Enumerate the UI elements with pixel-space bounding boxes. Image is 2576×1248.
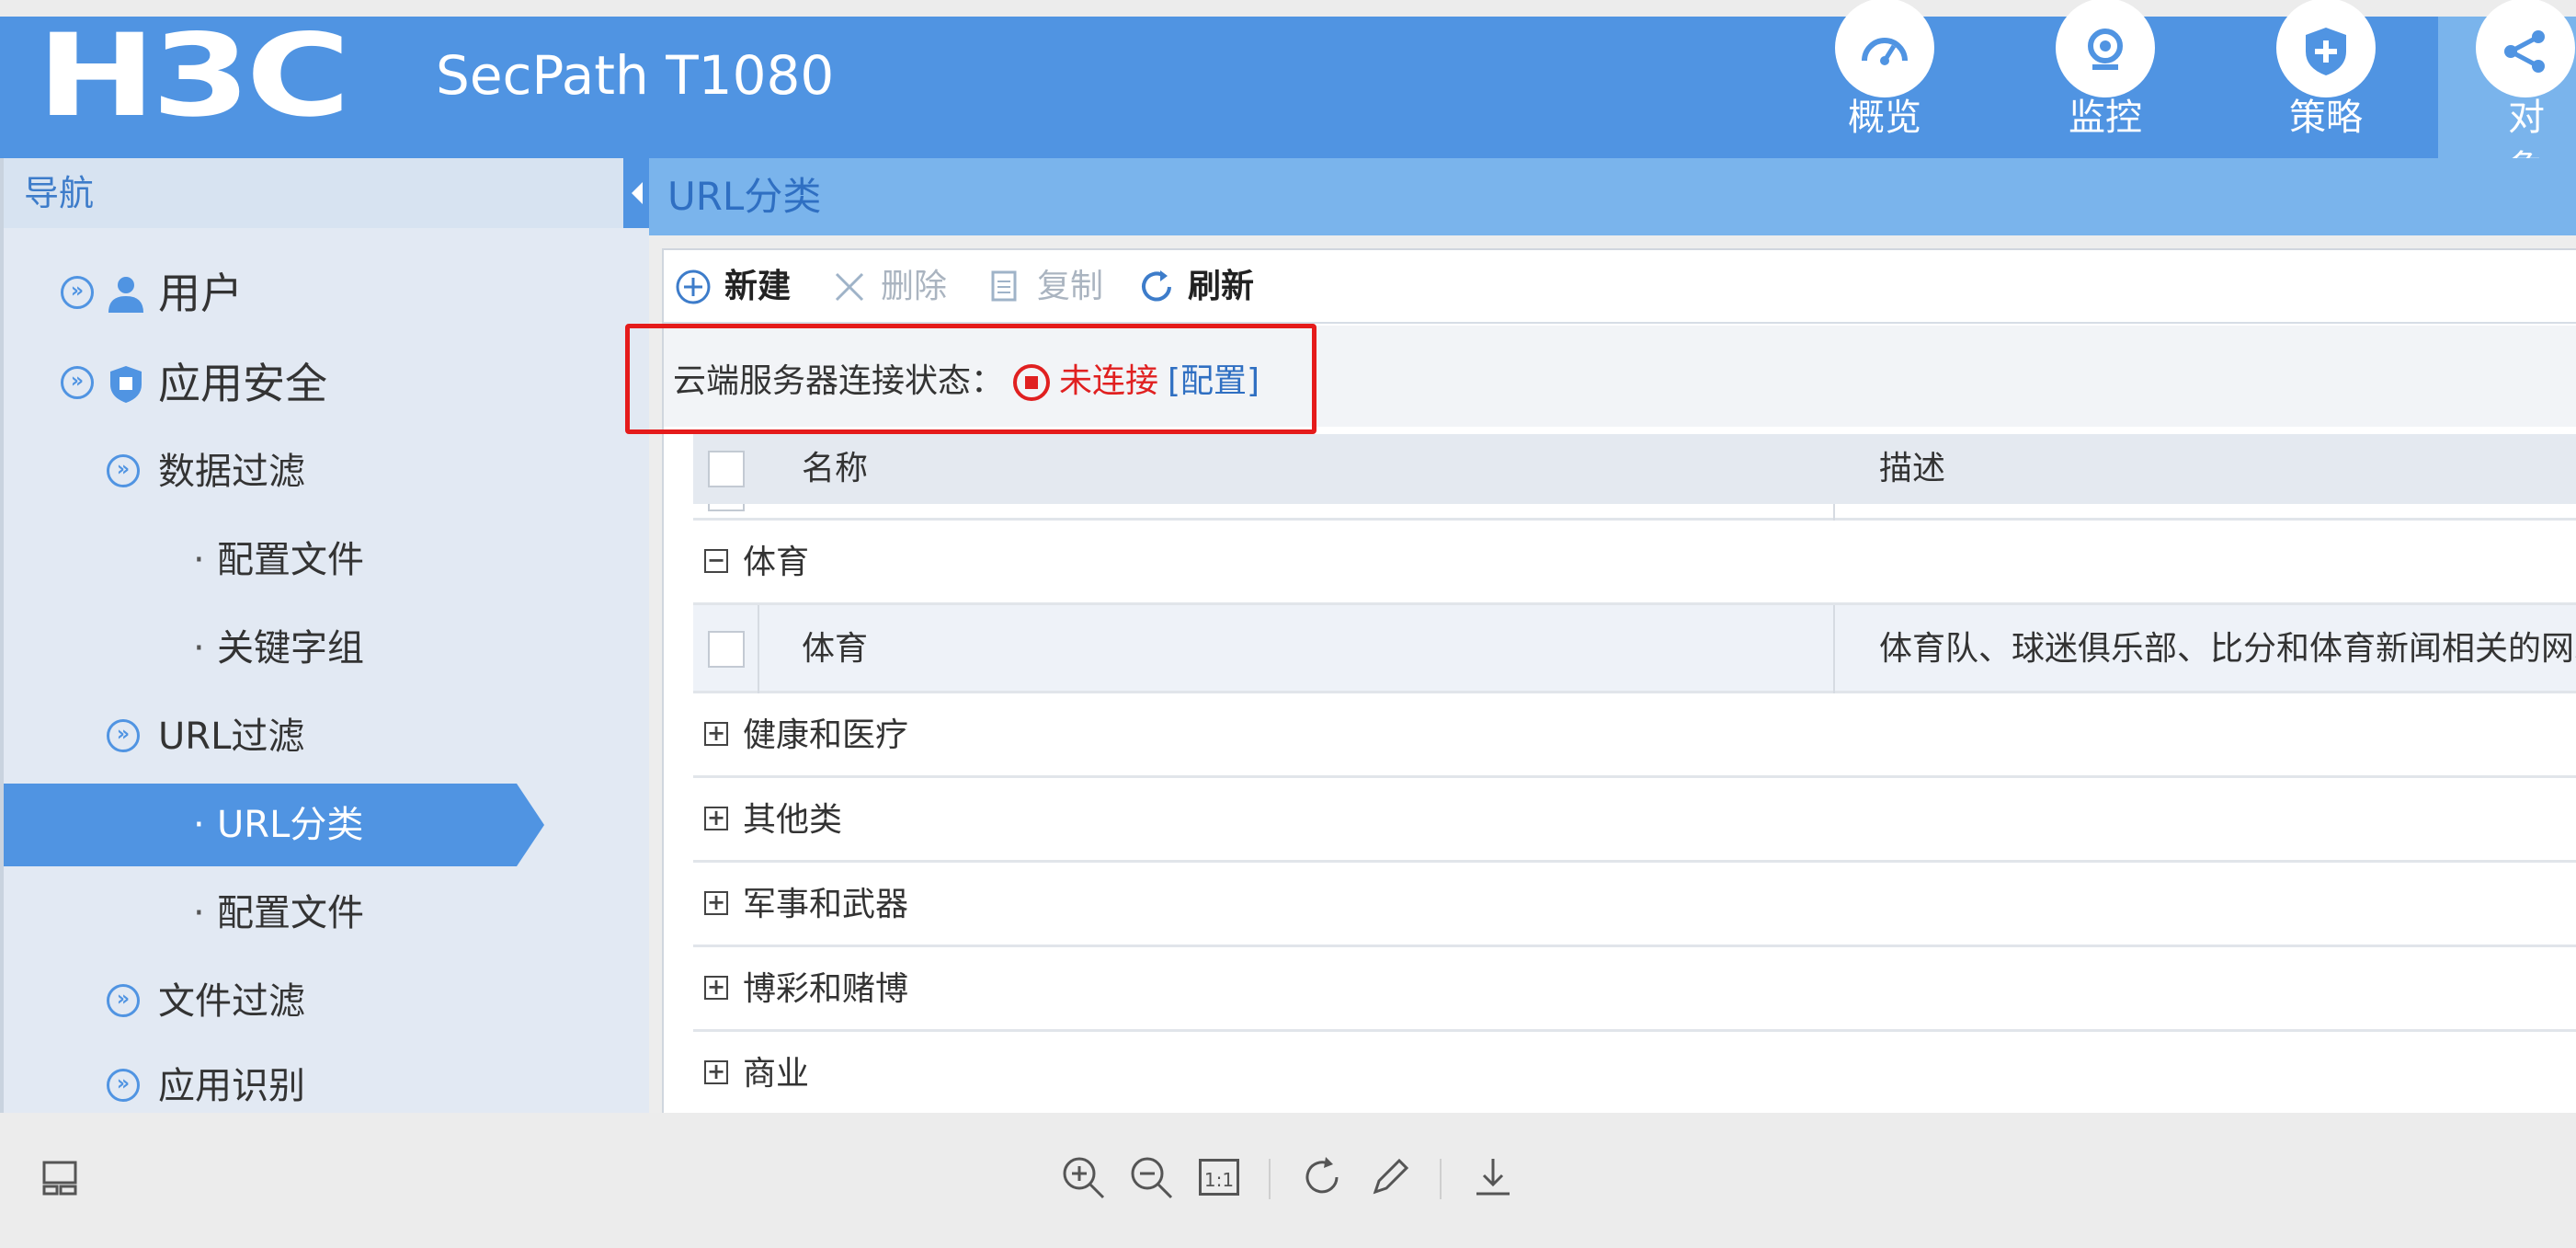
chevron-right-icon: » [61,276,94,309]
image-viewer-toolbar: 1:1 [0,1113,2576,1248]
refresh-icon [1142,270,1171,302]
camera-icon [2056,0,2155,97]
copy-button[interactable]: 复制 [987,263,1107,311]
new-button[interactable]: 新建 [675,263,794,311]
chevron-right-icon: » [107,984,140,1017]
category-group-gambling[interactable]: + 博彩和赌博 [693,947,2576,1032]
brand-logo: H3C [37,10,350,143]
highlight-annotation [625,324,1316,434]
sidebar-item-label: 文件过滤 [158,980,305,1023]
actual-size-button[interactable]: 1:1 [1191,1150,1247,1205]
edit-icon[interactable] [1362,1150,1418,1205]
table-row[interactable]: 体育 体育队、球迷俱乐部、比分和体育新闻相关的网站 [693,605,2576,693]
sidebar-item-label: URL过滤 [158,716,305,758]
category-label: 军事和武器 [743,886,909,923]
chevron-down-icon: » [107,1069,140,1102]
sidebar-item-data-filter[interactable]: » 数据过滤 [4,430,649,513]
sidebar-item-app-recognition[interactable]: » 应用识别 [4,1045,649,1113]
nav-object[interactable]: 对象 [2438,0,2576,190]
nav-overview[interactable]: 概览 [1774,0,1995,158]
row-name: 体育 [802,630,869,668]
category-group-business[interactable]: + 商业 [693,1032,2576,1115]
expand-icon[interactable]: + [704,807,728,830]
category-group-military[interactable]: + 军事和武器 [693,863,2576,947]
sidebar-item-label: 配置文件 [217,892,364,934]
sidebar-item-app-security[interactable]: » 应用安全 [4,342,649,425]
zoom-in-icon[interactable] [1055,1150,1111,1205]
category-label: 商业 [743,1055,810,1093]
sidebar-item-label: 应用识别 [158,1065,305,1107]
expand-icon[interactable]: + [704,891,728,915]
sidebar-title: 导航 [4,158,649,228]
sidebar-item-url-filter[interactable]: » URL过滤 [4,695,649,778]
share-icon [2476,0,2575,97]
chevron-down-icon: » [107,719,140,752]
category-label: 体育 [743,544,810,581]
url-category-table: 名称 描述 玩具 介绍或者展示各种玩具，模型的网站，不包括成... − 体育 体… [693,434,2576,1115]
category-group-other[interactable]: + 其他类 [693,778,2576,863]
collapse-icon[interactable]: − [704,549,728,573]
sidebar-item-label: 数据过滤 [158,451,305,493]
delete-button[interactable]: 删除 [831,263,951,311]
select-all-checkbox[interactable] [708,451,745,487]
nav-label: 概览 [1848,97,1921,139]
expand-icon[interactable]: + [704,976,728,1000]
category-label: 其他类 [743,801,843,839]
category-group-health[interactable]: + 健康和医疗 [693,693,2576,778]
dashboard-icon [1835,0,1934,97]
expand-icon[interactable]: + [704,1060,728,1084]
nav-policy[interactable]: 策略 [2216,0,2436,158]
toolbar: 新建 删除 复制 刷新 [664,250,2576,324]
app-header: H3C SecPath T1080 概览 监控 策略 对象 [0,0,2576,190]
refresh-button[interactable]: 刷新 [1138,263,1267,311]
shield-icon [110,366,142,403]
actual-size-label: 1:1 [1199,1159,1239,1196]
thumbnail-panel-icon[interactable] [33,1150,88,1205]
nav-monitor[interactable]: 监控 [1995,0,2216,158]
copy-icon [991,270,1017,302]
expand-icon[interactable]: + [704,722,728,746]
zoom-out-icon[interactable] [1123,1150,1179,1205]
nav-label: 监控 [2069,97,2142,139]
chevron-down-icon: » [107,454,140,487]
row-description: 体育队、球迷俱乐部、比分和体育新闻相关的网站 [1879,630,2576,668]
download-icon[interactable] [1465,1150,1521,1205]
nav-label: 策略 [2289,97,2363,139]
user-icon [108,277,143,313]
sidebar-item-url-filter-profile[interactable]: · 配置文件 [4,872,649,955]
sidebar-item-label: 配置文件 [217,539,364,581]
row-checkbox[interactable] [708,631,745,668]
sidebar-item-user[interactable]: » 用户 [4,252,649,335]
sidebar-item-keyword-group[interactable]: · 关键字组 [4,607,649,690]
column-header-description: 描述 [1879,450,1946,487]
column-header-name: 名称 [802,450,869,487]
page-title: URL分类 [649,158,2576,235]
chevron-down-icon: » [61,366,94,399]
sidebar-item-label: URL分类 [217,804,364,846]
sidebar-item-label: 用户 [158,269,243,318]
category-label: 博彩和赌博 [743,970,909,1008]
window-top-strip [0,0,2576,17]
category-group-sports[interactable]: − 体育 [693,521,2576,605]
close-icon [835,272,864,302]
sidebar-item-url-category[interactable]: · URL分类 [4,784,544,866]
rotate-icon[interactable] [1294,1150,1350,1205]
plus-circle-icon [676,269,711,304]
product-name: SecPath T1080 [436,44,835,107]
category-label: 健康和医疗 [743,716,909,754]
sidebar-item-data-filter-profile[interactable]: · 配置文件 [4,519,649,601]
table-header: 名称 描述 [693,434,2576,504]
shield-plus-icon [2276,0,2376,97]
navigation-sidebar: 导航 » 用户 » 应用安全 » 数据过滤 · 配置文件 · 关键字组 » UR… [0,158,653,1113]
sidebar-item-file-filter[interactable]: » 文件过滤 [4,960,649,1043]
sidebar-item-label: 关键字组 [217,627,364,670]
sidebar-item-label: 应用安全 [158,359,327,408]
